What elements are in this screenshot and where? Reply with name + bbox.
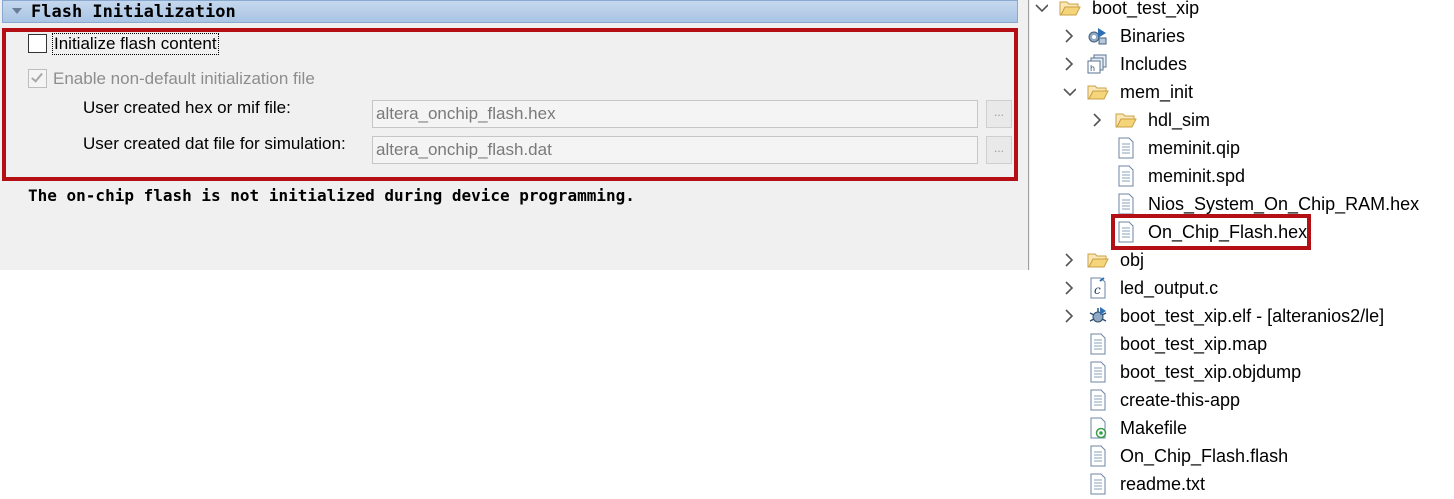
tree-item[interactable]: Makefile [1030, 414, 1454, 442]
tree-item-label: led_output.c [1120, 278, 1219, 298]
chevron-right-icon[interactable] [1062, 250, 1076, 270]
tree-item-label: create-this-app [1120, 390, 1241, 410]
tree-item-label: meminit.spd [1148, 166, 1246, 186]
file-icon [1086, 445, 1110, 467]
chevron-down-icon[interactable] [1034, 0, 1048, 18]
chevron-right-icon[interactable] [1062, 54, 1076, 74]
file-icon [1086, 473, 1110, 495]
tree-item[interactable]: boot_test_xip.map [1030, 330, 1454, 358]
section-title: Flash Initialization [31, 2, 236, 22]
panel-divider [1028, 0, 1029, 270]
tree-item[interactable]: c led_output.c [1030, 274, 1454, 302]
tree-item[interactable]: meminit.spd [1030, 162, 1454, 190]
chevron-right-icon[interactable] [1062, 306, 1076, 326]
highlight-box-file [1111, 214, 1311, 250]
tree-item[interactable]: boot_test_xip.objdump [1030, 358, 1454, 386]
tree-item[interactable]: On_Chip_Flash.flash [1030, 442, 1454, 470]
tree-item[interactable]: meminit.qip [1030, 134, 1454, 162]
file-icon [1086, 389, 1110, 411]
file-icon [1086, 361, 1110, 383]
file-icon [1114, 165, 1138, 187]
binary-bug-icon [1086, 305, 1110, 327]
tree-item[interactable]: mem_init [1030, 78, 1454, 106]
chevron-down-icon[interactable] [1062, 82, 1076, 102]
tree-item-label: meminit.qip [1148, 138, 1241, 158]
chevron-right-icon[interactable] [1090, 110, 1104, 130]
flash-initialization-panel: Flash Initialization Initialize flash co… [0, 0, 1030, 270]
tree-item-label: obj [1120, 250, 1145, 270]
binaries-icon [1086, 25, 1110, 47]
file-icon [1114, 137, 1138, 159]
section-header[interactable]: Flash Initialization [2, 0, 1018, 23]
tree-item-label: boot_test_xip.elf - [alteranios2/le] [1120, 306, 1385, 326]
chevron-right-icon[interactable] [1062, 278, 1076, 298]
tree-item-label: Binaries [1120, 26, 1186, 46]
svg-text:h: h [1090, 64, 1095, 73]
svg-text:c: c [1094, 283, 1101, 297]
folder-icon [1114, 109, 1138, 131]
tree-item-label: boot_test_xip.objdump [1120, 362, 1302, 382]
file-icon [1114, 193, 1138, 215]
collapse-triangle-icon[interactable] [12, 8, 22, 14]
folder-icon [1086, 249, 1110, 271]
highlight-box-settings [2, 28, 1018, 181]
status-message: The on-chip flash is not initialized dur… [28, 186, 635, 205]
tree-item-label: mem_init [1120, 82, 1194, 102]
open-project-folder-icon [1058, 0, 1082, 19]
tree-item-label: Nios_System_On_Chip_RAM.hex [1148, 194, 1420, 214]
tree-item-label: Includes [1120, 54, 1188, 74]
chevron-right-icon[interactable] [1062, 26, 1076, 46]
open-folder-icon [1086, 81, 1110, 103]
makefile-icon [1086, 417, 1110, 439]
file-icon [1086, 333, 1110, 355]
tree-item-label: boot_test_xip.map [1120, 334, 1268, 354]
c-source-file-icon: c [1086, 277, 1110, 299]
tree-item[interactable]: h Includes [1030, 50, 1454, 78]
tree-item[interactable]: readme.txt [1030, 470, 1454, 498]
tree-item-label: Makefile [1120, 418, 1188, 438]
tree-item[interactable]: Binaries [1030, 22, 1454, 50]
tree-item[interactable]: boot_test_xip [1030, 0, 1454, 22]
tree-item-label: boot_test_xip [1092, 0, 1200, 18]
tree-item[interactable]: create-this-app [1030, 386, 1454, 414]
tree-item[interactable]: obj [1030, 246, 1454, 274]
tree-item-label: hdl_sim [1148, 110, 1211, 130]
tree-item[interactable]: hdl_sim [1030, 106, 1454, 134]
includes-icon: h [1086, 53, 1110, 75]
tree-item-label: readme.txt [1120, 474, 1206, 494]
tree-item[interactable]: boot_test_xip.elf - [alteranios2/le] [1030, 302, 1454, 330]
tree-item-label: On_Chip_Flash.flash [1120, 446, 1289, 466]
